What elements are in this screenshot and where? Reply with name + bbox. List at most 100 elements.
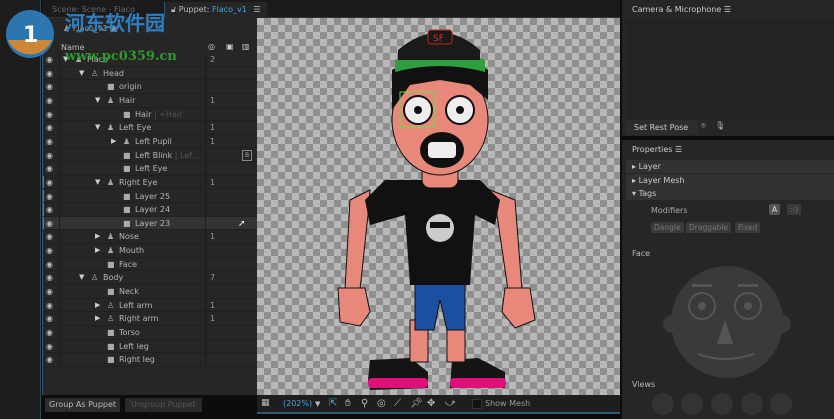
tag-draggable[interactable]: Draggable	[686, 222, 732, 233]
visibility-eye-icon[interactable]: ◉	[46, 94, 58, 107]
visibility-eye-icon[interactable]: ◉	[46, 258, 58, 271]
view-left-profile[interactable]	[652, 393, 674, 415]
bend-tool-icon[interactable]: ⤻	[445, 398, 456, 409]
zoom-dropdown-icon[interactable]: ▼	[315, 400, 320, 408]
layer-row[interactable]: ◉ ■ Torso	[43, 326, 257, 340]
visibility-eye-icon[interactable]: ◉	[46, 121, 58, 134]
lock-icon[interactable]: 🔓︎	[171, 5, 176, 14]
expand-triangle-down-icon[interactable]: ▼	[79, 67, 84, 80]
view-right-profile[interactable]	[770, 393, 792, 415]
visibility-eye-icon[interactable]: ◉	[46, 190, 58, 203]
microphone-icon[interactable]: 🎙︎	[715, 121, 725, 130]
layer-row[interactable]: ◉ ▶ ♟ Mouth	[43, 244, 257, 258]
puppet-canvas[interactable]: SF	[257, 18, 620, 395]
layer-row[interactable]: ◉ ▼ ♟ Right Eye 1	[43, 175, 257, 190]
layer-row[interactable]: ◉ ■ Hair | +Hair	[43, 107, 257, 122]
visibility-eye-icon[interactable]: ◉	[46, 149, 58, 162]
visibility-eye-icon[interactable]: ◉	[46, 108, 58, 121]
layer-row[interactable]: ◉ ■ Layer 24	[43, 203, 257, 217]
tag-dangle[interactable]: Dangle	[651, 222, 684, 233]
layer-row[interactable]: ◉ ▼ ♟ Flaco 2	[43, 53, 257, 67]
visibility-eye-icon[interactable]: ◉	[46, 217, 58, 230]
layer-row[interactable]: ◉ ▶ ♙ Left arm 1	[43, 298, 257, 313]
visibility-eye-icon[interactable]: ◉	[46, 53, 58, 66]
visibility-eye-icon[interactable]: ◉	[46, 326, 58, 339]
tab-scene[interactable]: Scene: Scene - Flaco	[46, 2, 141, 18]
select-tool-icon[interactable]: ⇱	[329, 398, 337, 409]
hand-tool-icon[interactable]: ✋︎	[345, 398, 351, 409]
panel-menu-icon[interactable]: ☰	[253, 5, 260, 14]
tag-fixed[interactable]: Fixed	[735, 222, 761, 233]
expand-triangle-right-icon[interactable]: ▶	[111, 135, 116, 148]
expand-triangle-right-icon[interactable]: ▶	[95, 312, 100, 325]
layer-row[interactable]: ◉ ▼ ♟ Left Eye 1	[43, 121, 257, 135]
layer-row[interactable]: ◉ ■ Layer 25	[43, 189, 257, 204]
visibility-eye-icon[interactable]: ◉	[46, 299, 58, 312]
pin-tool-icon[interactable]: 📌︎	[410, 398, 423, 409]
checkerboard-toggle-icon[interactable]: ▦	[261, 398, 270, 408]
zoom-level[interactable]: (202%)	[283, 399, 312, 408]
layer-row[interactable]: ◉ ▼ ♙ Body 7	[43, 271, 257, 285]
show-mesh-checkbox[interactable]	[472, 399, 482, 409]
layer-row[interactable]: ◉ ■ Right leg	[43, 353, 257, 367]
visibility-eye-icon[interactable]: ◉	[46, 353, 58, 366]
visibility-eye-icon[interactable]: ◉	[46, 162, 58, 175]
view-frontal[interactable]	[711, 393, 733, 415]
layer-row[interactable]: ◉ ■ origin	[43, 80, 257, 94]
set-rest-pose-button[interactable]: Set Rest Pose	[626, 120, 698, 135]
layer-row[interactable]: ◉ ■ Neck	[43, 285, 257, 299]
column-handles-icon[interactable]: ▥	[242, 42, 250, 51]
layer-row[interactable]: ◉ ▶ ♟ Nose 1	[43, 230, 257, 245]
visibility-eye-icon[interactable]: ◉	[46, 340, 58, 353]
expand-triangle-down-icon[interactable]: ▼	[79, 271, 84, 284]
visibility-eye-icon[interactable]: ◉	[46, 67, 58, 80]
visibility-eye-icon[interactable]: ◉	[46, 230, 58, 243]
layer-row[interactable]: ◉ ■ Face	[43, 257, 257, 272]
expand-triangle-down-icon[interactable]: ▼	[95, 121, 100, 134]
expand-triangle-right-icon[interactable]: ▶	[95, 244, 100, 257]
visibility-eye-icon[interactable]: ◉	[46, 312, 58, 325]
expand-triangle-down-icon[interactable]: ▼	[63, 53, 68, 66]
column-header-name[interactable]: Name	[61, 43, 85, 52]
panel-menu-icon[interactable]: ☰	[675, 145, 682, 154]
expand-triangle-down-icon[interactable]: ▼	[95, 94, 100, 107]
face-tag-diagram[interactable]	[662, 258, 792, 378]
expand-triangle-down-icon[interactable]: ▼	[95, 176, 100, 189]
view-left-quarter[interactable]	[681, 393, 703, 415]
zoom-tool-icon[interactable]: ⚲	[361, 398, 368, 409]
layer-row[interactable]: ◉ ▶ ♟ Left Pupil 1	[43, 134, 257, 149]
section-layer-mesh[interactable]: ▸ Layer Mesh	[626, 174, 834, 187]
stick-tool-icon[interactable]: ⟋	[394, 398, 401, 409]
modifier-a-button[interactable]: A	[769, 204, 781, 215]
visibility-eye-icon[interactable]: ◉	[46, 135, 58, 148]
origin-tool-icon[interactable]: ◎	[377, 398, 386, 409]
visibility-eye-icon[interactable]: ◉	[46, 285, 58, 298]
visibility-eye-icon[interactable]: ◉	[46, 203, 58, 216]
panel-menu-icon[interactable]: ☰	[724, 5, 731, 14]
ungroup-puppet-button[interactable]: Ungroup Puppet	[125, 398, 202, 412]
layer-row[interactable]: ◉ ■ Left leg	[43, 339, 257, 354]
webcam-icon[interactable]: ⌾	[701, 121, 706, 131]
section-layer[interactable]: ▸ Layer	[626, 160, 834, 173]
tab-puppet[interactable]: 🔓︎ Puppet: Flaco_v1 ☰	[164, 2, 267, 18]
layer-row[interactable]: ◉ ▼ ♙ Head	[43, 66, 257, 81]
visibility-eye-icon[interactable]: ◉	[46, 244, 58, 257]
layer-row[interactable]: ◉ ■ Left Eye	[43, 162, 257, 176]
group-as-puppet-button[interactable]: Group As Puppet	[45, 398, 121, 412]
layer-row[interactable]: ◉ ▶ ♙ Right arm 1	[43, 312, 257, 326]
modifier-face-button[interactable]: :-)	[787, 204, 802, 215]
layer-row[interactable]: ◉ ■ Left Blink | Lef... B	[43, 148, 257, 163]
puppet-settings-icon[interactable]: ▣	[110, 24, 118, 33]
expand-triangle-right-icon[interactable]: ▶	[95, 230, 100, 243]
layer-row[interactable]: ◉ ▼ ♟ Hair 1	[43, 93, 257, 108]
visibility-eye-icon[interactable]: ◉	[46, 271, 58, 284]
visibility-eye-icon[interactable]: ◉	[46, 80, 58, 93]
expand-triangle-right-icon[interactable]: ▶	[95, 299, 100, 312]
visibility-eye-icon[interactable]: ◉	[46, 176, 58, 189]
view-right-quarter[interactable]	[741, 393, 763, 415]
section-tags[interactable]: ▾ Tags	[626, 187, 834, 200]
face-head-shape[interactable]	[671, 266, 783, 378]
column-tag-icon[interactable]: ▣	[226, 42, 234, 51]
dragger-tool-icon[interactable]: ✥	[427, 398, 435, 409]
layer-row[interactable]: ◉ ■ Layer 23 ➚	[43, 216, 257, 231]
